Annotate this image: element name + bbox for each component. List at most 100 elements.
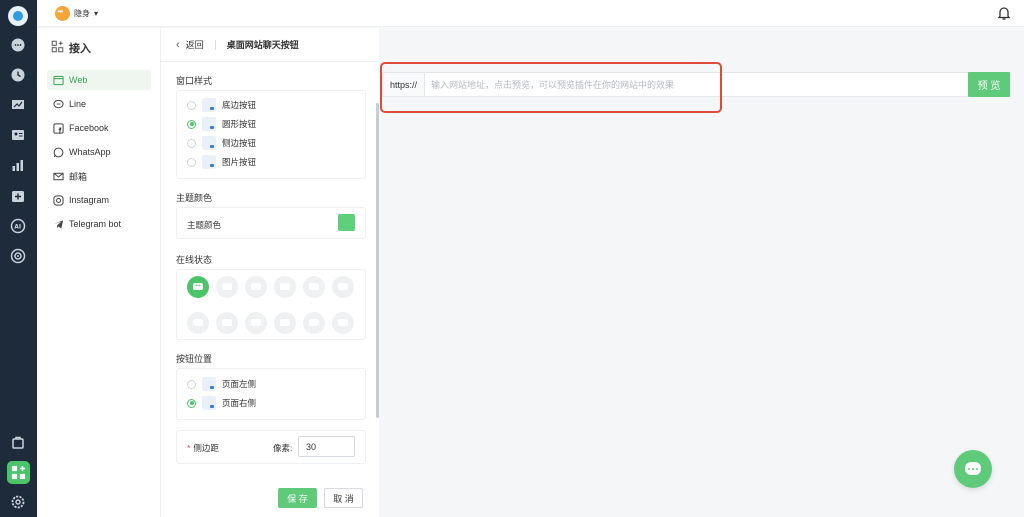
status-style-icon[interactable] — [303, 312, 325, 334]
chevron-left-icon: ‹ — [176, 38, 180, 51]
option-label: 侧边按钮 — [222, 138, 257, 148]
nav-header: 接入 — [51, 40, 91, 56]
top-bar: 隐身 ▾ — [37, 0, 1024, 27]
website-url-input[interactable] — [431, 73, 961, 96]
web-window-icon — [53, 75, 64, 86]
contacts-icon[interactable] — [10, 127, 26, 143]
status-style-icon[interactable] — [332, 312, 354, 334]
button-position-card: 页面左侧 页面右侧 — [176, 368, 366, 420]
panel-scrollbar[interactable] — [376, 103, 379, 418]
settings-panel: ‹ 返回 桌面网站聊天按钮 窗口样式 底边按钮 圆形按钮 侧边按钮 图片按钮 主… — [161, 28, 379, 517]
radio-button[interactable] — [187, 138, 196, 148]
position-preview-icon — [202, 377, 216, 391]
side-margin-input[interactable] — [298, 436, 355, 457]
option-label: 图片按钮 — [222, 157, 257, 167]
app-logo[interactable] — [8, 6, 28, 26]
nav-title: 接入 — [69, 43, 91, 55]
window-style-card: 底边按钮 圆形按钮 侧边按钮 图片按钮 — [176, 90, 366, 179]
window-style-title: 窗口样式 — [176, 76, 213, 86]
nav-item-label: 邮箱 — [69, 171, 88, 182]
nav-item-whatsapp[interactable]: WhatsApp — [47, 142, 151, 162]
status-style-icon[interactable] — [216, 276, 238, 298]
position-left[interactable]: 页面左侧 — [187, 377, 256, 391]
theme-color-label: 主题颜色 — [187, 220, 222, 230]
nav-item-instagram[interactable]: Instagram — [47, 190, 151, 210]
status-style-icon[interactable] — [187, 312, 209, 334]
nav-item-email[interactable]: 邮箱 — [47, 166, 151, 186]
ai-icon[interactable]: AI — [10, 218, 26, 234]
window-style-circle[interactable]: 圆形按钮 — [187, 117, 256, 131]
status-style-chat-icon[interactable] — [187, 276, 209, 298]
mail-icon — [53, 171, 64, 182]
app-rail: AI — [0, 0, 37, 517]
status-style-icon[interactable] — [274, 276, 296, 298]
theme-color-title: 主题颜色 — [176, 193, 213, 203]
grid-plus-icon — [51, 40, 64, 56]
save-button[interactable]: 保 存 — [278, 488, 317, 508]
side-margin-text: 侧边距 — [193, 443, 219, 453]
button-position-title: 按钮位置 — [176, 354, 213, 364]
history-icon[interactable] — [10, 67, 26, 83]
bell-icon[interactable] — [996, 5, 1012, 21]
divider — [161, 61, 379, 62]
status-style-icon[interactable] — [216, 312, 238, 334]
cancel-button[interactable]: 取 消 — [324, 488, 363, 508]
status-style-icon[interactable] — [245, 312, 267, 334]
page-title: 桌面网站聊天按钮 — [226, 40, 299, 50]
status-style-icon[interactable] — [303, 276, 325, 298]
window-style-side[interactable]: 侧边按钮 — [187, 136, 256, 150]
radio-button[interactable] — [187, 100, 196, 110]
nav-item-telegram[interactable]: Telegram bot — [47, 214, 151, 234]
status-style-icon[interactable] — [245, 276, 267, 298]
url-prefix: https:// — [383, 73, 425, 96]
telegram-icon — [53, 219, 64, 230]
target-icon[interactable] — [10, 248, 26, 264]
facebook-icon — [53, 122, 64, 134]
status-style-icon[interactable] — [274, 312, 296, 334]
nav-item-label: WhatsApp — [69, 147, 111, 157]
stats-icon[interactable] — [10, 157, 26, 173]
bag-icon[interactable] — [10, 434, 26, 450]
option-label: 圆形按钮 — [222, 119, 257, 129]
nav-item-web[interactable]: Web — [47, 70, 151, 90]
style-preview-icon — [202, 98, 216, 112]
chat-bubble-icon — [965, 462, 981, 475]
chat-icon[interactable] — [10, 37, 26, 53]
nav-item-label: Facebook — [69, 123, 109, 133]
dashboard-icon[interactable] — [10, 97, 26, 113]
nav-item-label: Web — [69, 75, 88, 85]
pixel-label: 像素: — [273, 443, 293, 453]
url-bar: https:// — [382, 72, 998, 97]
chat-widget-button[interactable] — [954, 450, 992, 488]
radio-button[interactable] — [187, 157, 196, 167]
window-style-bottom[interactable]: 底边按钮 — [187, 98, 256, 112]
add-channel-icon[interactable] — [10, 188, 26, 204]
theme-color-card: 主题颜色 — [176, 207, 366, 239]
instagram-icon — [53, 194, 64, 206]
chevron-down-icon: ▾ — [94, 8, 99, 18]
option-label: 页面左侧 — [222, 379, 257, 389]
preview-button[interactable]: 预 览 — [968, 72, 1010, 97]
theme-color-swatch[interactable] — [338, 214, 355, 231]
position-preview-icon — [202, 396, 216, 410]
window-style-image[interactable]: 图片按钮 — [187, 155, 256, 169]
nav-item-label: Line — [69, 99, 87, 109]
line-icon — [53, 99, 64, 110]
settings-gear-icon[interactable] — [10, 494, 26, 510]
status-selector[interactable]: 隐身 ▾ — [55, 5, 98, 21]
radio-button-selected[interactable] — [187, 398, 196, 408]
nav-item-label: Telegram bot — [69, 219, 122, 229]
integrations-icon[interactable] — [7, 461, 30, 484]
style-preview-icon — [202, 117, 216, 131]
status-chat-icon — [55, 5, 70, 21]
radio-button[interactable] — [187, 379, 196, 389]
svg-text:AI: AI — [14, 224, 21, 231]
nav-item-line[interactable]: Line — [47, 94, 151, 114]
nav-item-facebook[interactable]: Facebook — [47, 118, 151, 138]
integrations-nav: 接入 Web Line Facebook WhatsApp 邮箱 Instagr… — [37, 28, 161, 517]
status-style-icon[interactable] — [332, 276, 354, 298]
back-link[interactable]: ‹ 返回 桌面网站聊天按钮 — [176, 38, 299, 51]
radio-button-selected[interactable] — [187, 119, 196, 129]
preview-area: https:// 预 览 — [380, 28, 1024, 517]
position-right[interactable]: 页面右侧 — [187, 396, 256, 410]
